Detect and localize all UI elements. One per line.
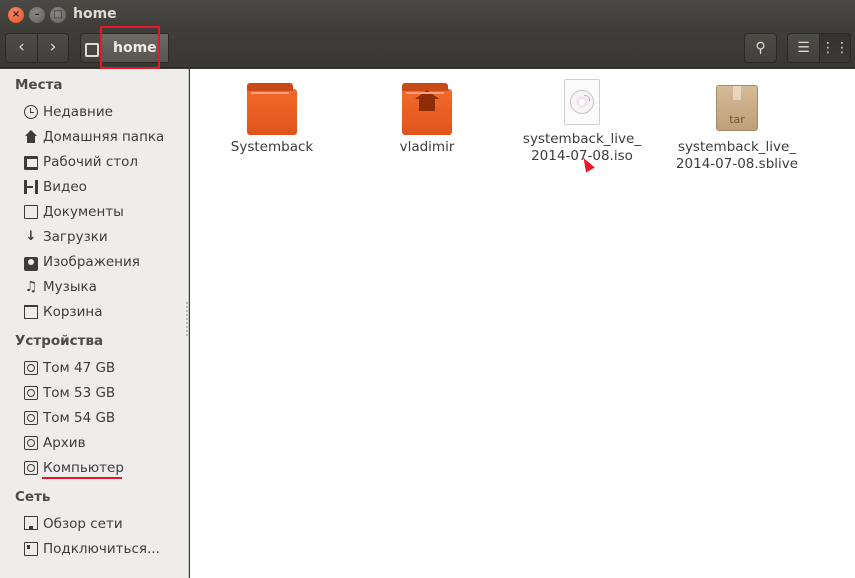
sidebar-item-label: Корзина [43, 304, 103, 320]
trash-icon [24, 305, 38, 319]
file-name-line1: systemback_live_ [522, 131, 642, 147]
file-view: Systemback vladimir systemback_live_ 201… [190, 69, 855, 578]
sidebar-item-connect-server[interactable]: Подключиться... [24, 538, 160, 560]
grid-icon: ⋮⋮ [820, 40, 849, 56]
sidebar-item-trash[interactable]: Корзина [24, 301, 102, 323]
back-button[interactable]: ‹ [6, 34, 37, 62]
sidebar-item-home[interactable]: Домашняя папка [24, 126, 164, 148]
clock-icon [24, 105, 38, 119]
sidebar-item-label: Загрузки [43, 229, 108, 245]
list-icon: ☰ [797, 40, 810, 56]
sidebar: Места Недавние Домашняя папка Рабочий ст… [0, 69, 189, 578]
sidebar-item-label: Изображения [43, 254, 140, 270]
sidebar-item-label: Подключиться... [43, 541, 160, 557]
file-name: Systemback [230, 139, 314, 155]
sidebar-item-desktop[interactable]: Рабочий стол [24, 151, 138, 173]
sidebar-item-label: Том 54 GB [43, 410, 116, 426]
sidebar-item-pictures[interactable]: Изображения [24, 251, 140, 273]
chevron-right-icon: › [49, 37, 57, 57]
view-switcher: ☰ ⋮⋮ [787, 33, 851, 63]
tar-badge: tar [729, 113, 745, 126]
sidebar-item-label: Компьютер [43, 460, 124, 476]
sidebar-item-label: Архив [43, 435, 86, 451]
sidebar-item-archive[interactable]: Архив [24, 432, 86, 454]
drive-icon [24, 436, 38, 450]
drive-icon [24, 411, 38, 425]
drive-icon [24, 386, 38, 400]
file-name-line2: 2014-07-08.sblive [675, 156, 799, 172]
sidebar-section-network: Сеть [15, 489, 51, 505]
video-icon [24, 180, 38, 194]
sidebar-item-label: Недавние [43, 104, 113, 120]
search-button[interactable]: ⚲ [744, 33, 777, 63]
sidebar-item-volume-53gb[interactable]: Том 53 GB [24, 382, 115, 404]
folder-icon [247, 83, 297, 135]
home-icon [415, 90, 439, 112]
document-icon [24, 205, 38, 219]
sidebar-item-computer[interactable]: Компьютер [24, 457, 124, 479]
chevron-left-icon: ‹ [18, 37, 25, 57]
file-item-vladimir[interactable]: vladimir [357, 81, 497, 156]
network-icon [24, 516, 38, 530]
camera-icon [24, 256, 38, 271]
connect-icon [24, 542, 38, 556]
annotation-underline [42, 477, 122, 479]
file-item-sblive[interactable]: tar systemback_live_ 2014-07-08.sblive [667, 81, 807, 173]
list-view-button[interactable]: ☰ [788, 34, 819, 62]
window-title: home [73, 6, 117, 22]
grid-view-button[interactable]: ⋮⋮ [818, 34, 850, 62]
forward-button[interactable]: › [36, 34, 68, 62]
disc-icon [570, 90, 594, 114]
file-name: vladimir [399, 139, 455, 155]
sidebar-item-label: Рабочий стол [43, 154, 138, 170]
sidebar-item-volume-54gb[interactable]: Том 54 GB [24, 407, 115, 429]
music-icon: ♫ [24, 279, 38, 295]
sidebar-item-volume-47gb[interactable]: Том 47 GB [24, 357, 115, 379]
sidebar-item-label: Документы [43, 204, 124, 220]
sidebar-item-browse-network[interactable]: Обзор сети [24, 513, 123, 535]
file-item-systemback[interactable]: Systemback [202, 81, 342, 156]
sidebar-item-downloads[interactable]: ↓ Загрузки [24, 226, 108, 248]
drive-root-button[interactable] [80, 33, 102, 63]
sidebar-section-places: Места [15, 77, 63, 93]
download-icon: ↓ [25, 229, 37, 244]
sidebar-item-recent[interactable]: Недавние [24, 101, 113, 123]
sidebar-item-documents[interactable]: Документы [24, 201, 124, 223]
home-folder-icon [402, 83, 452, 135]
sidebar-item-videos[interactable]: Видео [24, 176, 87, 198]
home-icon [24, 130, 38, 144]
drive-icon [24, 461, 38, 475]
annotation-highlight-box [100, 26, 160, 69]
sidebar-item-label: Том 47 GB [43, 360, 116, 376]
drive-icon [24, 361, 38, 375]
file-name-line1: systemback_live_ [677, 139, 797, 155]
sidebar-section-devices: Устройства [15, 333, 104, 349]
desktop-icon [24, 156, 38, 170]
sidebar-item-label: Обзор сети [43, 516, 123, 532]
file-item-iso[interactable]: systemback_live_ 2014-07-08.iso [512, 79, 652, 165]
minimize-window-button[interactable]: – [29, 7, 45, 23]
search-icon: ⚲ [755, 40, 766, 56]
sidebar-item-label: Том 53 GB [43, 385, 116, 401]
sidebar-resize-handle[interactable] [186, 302, 188, 338]
sidebar-item-music[interactable]: ♫ Музыка [24, 276, 97, 298]
sidebar-item-label: Видео [43, 179, 87, 195]
sidebar-item-label: Музыка [43, 279, 97, 295]
sidebar-item-label: Домашняя папка [43, 129, 165, 145]
close-window-button[interactable]: × [8, 7, 24, 23]
disc-image-icon [564, 79, 600, 125]
history-navigation: ‹ › [5, 33, 69, 63]
maximize-window-button[interactable]: □ [50, 7, 66, 23]
archive-icon: tar [716, 85, 758, 131]
